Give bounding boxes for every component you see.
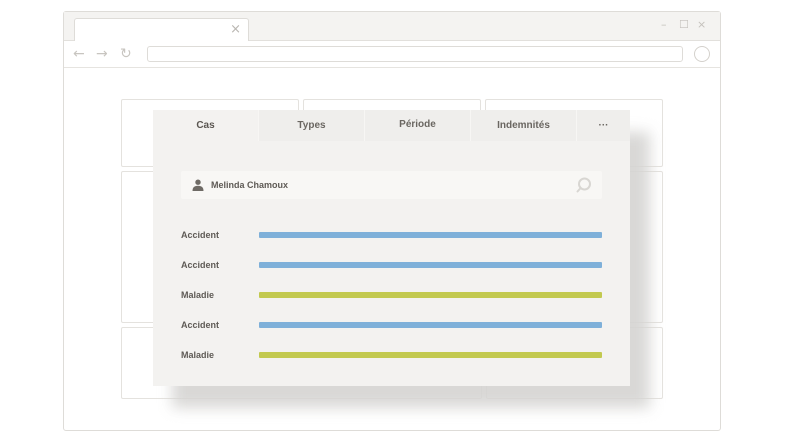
- tab-periode[interactable]: Période: [365, 110, 471, 141]
- case-row[interactable]: Maladie: [181, 349, 602, 361]
- search-value: Melinda Chamoux: [211, 180, 289, 190]
- tab-types[interactable]: Types: [259, 110, 365, 141]
- tab-cas[interactable]: Cas: [153, 110, 259, 141]
- case-bar: [259, 322, 602, 328]
- forward-arrow-icon[interactable]: →: [96, 45, 108, 63]
- case-bar: [259, 292, 602, 298]
- person-search-field[interactable]: Melinda Chamoux: [181, 171, 602, 199]
- case-row[interactable]: Accident: [181, 259, 602, 271]
- minimize-icon[interactable]: –: [661, 19, 667, 31]
- case-row[interactable]: Accident: [181, 229, 602, 241]
- browser-menu-icon[interactable]: [694, 46, 710, 62]
- case-bar: [259, 352, 602, 358]
- search-icon[interactable]: [576, 177, 592, 193]
- case-type-label: Accident: [181, 260, 220, 270]
- reload-icon[interactable]: ↻: [120, 45, 132, 63]
- browser-tab[interactable]: ×: [74, 18, 249, 42]
- case-row[interactable]: Maladie: [181, 289, 602, 301]
- case-row[interactable]: Accident: [181, 319, 602, 331]
- browser-toolbar: ← → ↻: [64, 41, 720, 68]
- user-icon: [192, 179, 204, 191]
- close-tab-icon[interactable]: ×: [230, 22, 241, 38]
- title-bar: × – ☐ ×: [64, 12, 720, 42]
- maximize-icon[interactable]: ☐: [679, 19, 689, 31]
- address-bar[interactable]: [147, 46, 683, 62]
- close-window-icon[interactable]: ×: [697, 19, 706, 31]
- case-type-label: Maladie: [181, 290, 215, 300]
- case-type-label: Accident: [181, 230, 220, 240]
- case-type-label: Maladie: [181, 350, 215, 360]
- case-type-label: Accident: [181, 320, 220, 330]
- tab-more[interactable]: ···: [577, 110, 630, 141]
- back-arrow-icon[interactable]: ←: [73, 45, 85, 63]
- cases-panel: Cas Types Période Indemnités ··· Melinda…: [153, 110, 630, 386]
- panel-tabs: Cas Types Période Indemnités ···: [153, 110, 630, 141]
- tab-indemnites[interactable]: Indemnités: [471, 110, 577, 141]
- case-bar: [259, 232, 602, 238]
- case-bar: [259, 262, 602, 268]
